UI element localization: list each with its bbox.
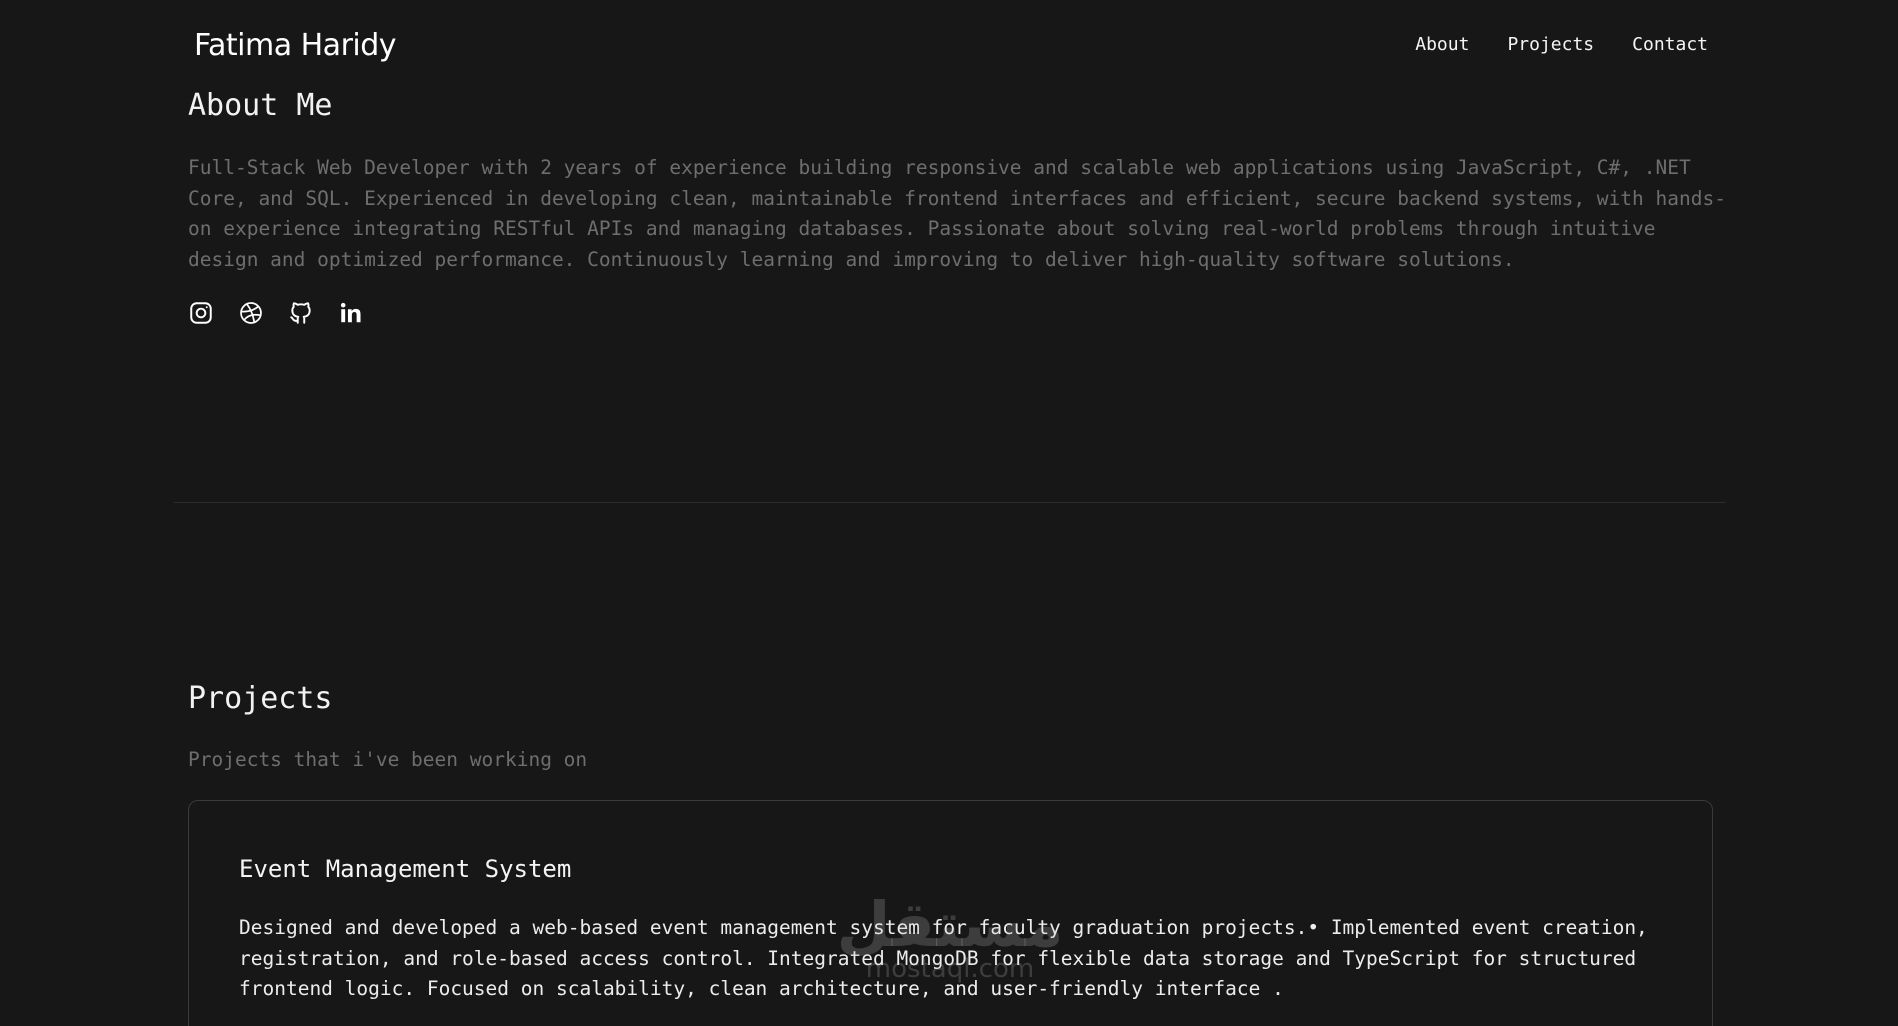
- section-divider: [174, 502, 1726, 503]
- nav-about-link[interactable]: About: [1415, 34, 1469, 55]
- social-links: [188, 300, 364, 326]
- instagram-link[interactable]: [188, 300, 214, 326]
- site-brand[interactable]: Fatima Haridy: [194, 28, 397, 63]
- about-text: Full-Stack Web Developer with 2 years of…: [188, 156, 1726, 271]
- instagram-icon: [190, 302, 212, 324]
- project-card[interactable]: Event Management System Designed and dev…: [188, 800, 1713, 1026]
- projects-subtitle: Projects that i've been working on: [188, 748, 588, 771]
- github-icon: [290, 302, 311, 324]
- site-header: Fatima Haridy About Projects Contact: [0, 0, 1898, 92]
- github-link[interactable]: [288, 300, 314, 326]
- dribbble-icon: [240, 302, 262, 324]
- project-description: Designed and developed a web-based event…: [239, 916, 1648, 1000]
- linkedin-icon: [340, 302, 361, 323]
- nav-projects-link[interactable]: Projects: [1507, 34, 1594, 55]
- project-title: Event Management System: [239, 855, 572, 883]
- dribbble-link[interactable]: [238, 300, 264, 326]
- about-title: About Me: [188, 88, 333, 123]
- projects-title: Projects: [188, 681, 333, 716]
- linkedin-link[interactable]: [338, 300, 364, 326]
- nav-contact-link[interactable]: Contact: [1632, 34, 1708, 55]
- main-nav: About Projects Contact: [1415, 34, 1708, 55]
